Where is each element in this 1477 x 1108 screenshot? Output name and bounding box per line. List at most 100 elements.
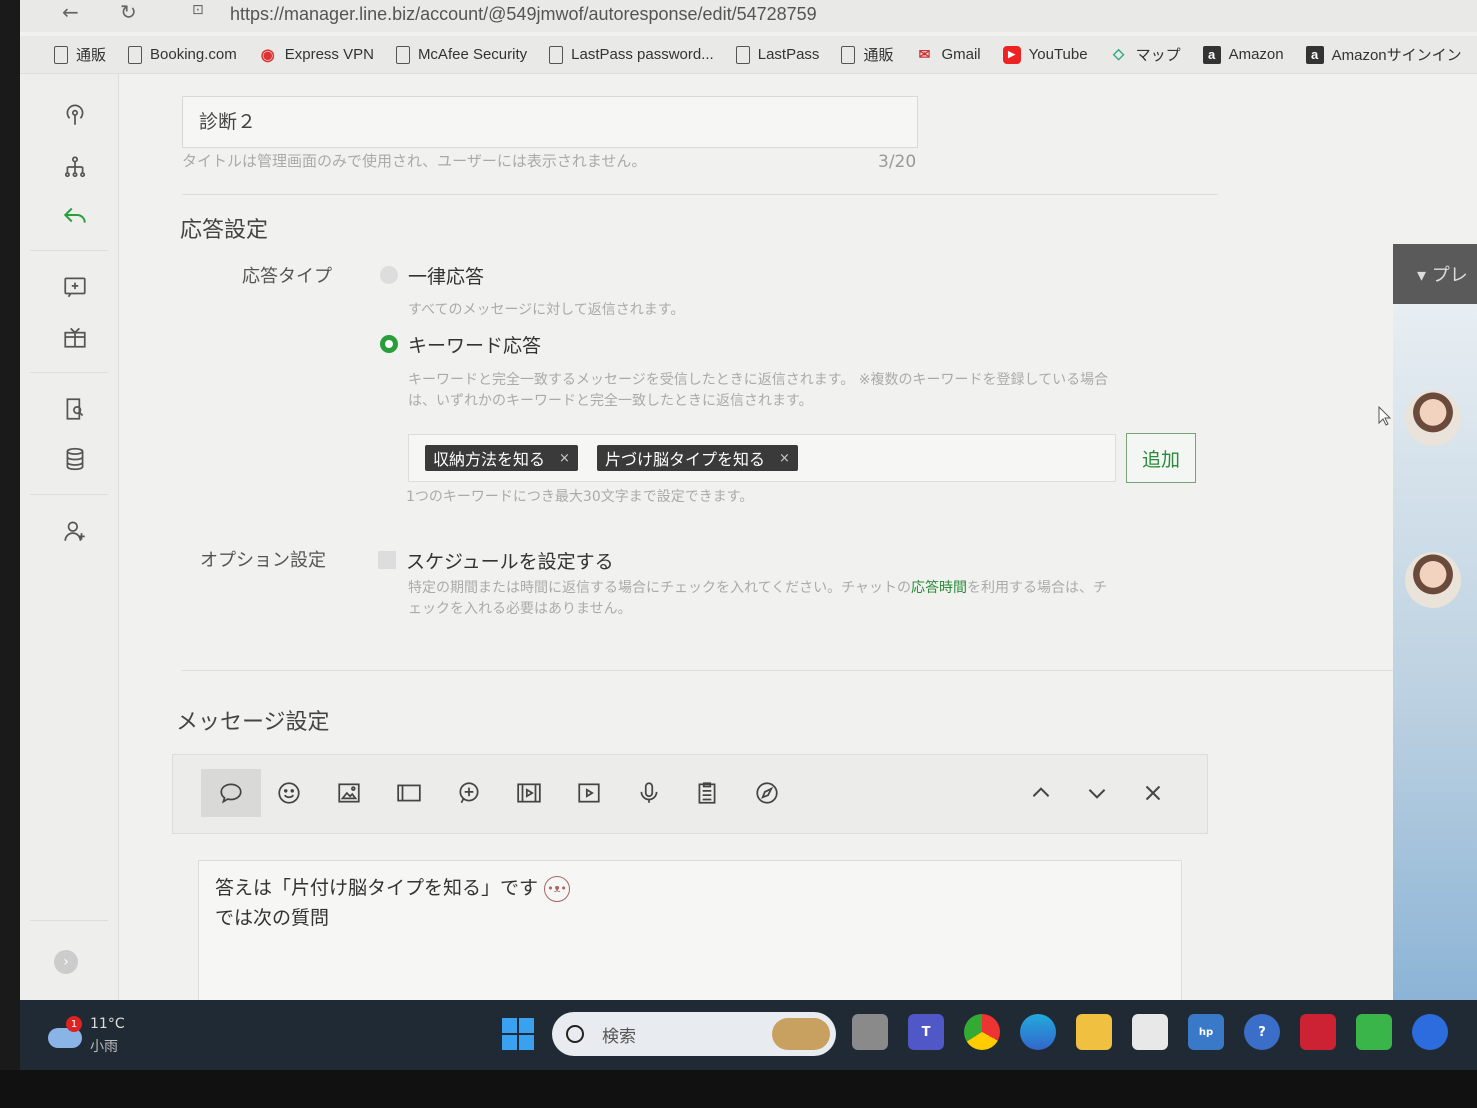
message-line: では次の質問 (215, 907, 330, 929)
schedule-label[interactable]: スケジュールを設定する (406, 547, 614, 574)
add-keyword-button[interactable]: 追加 (1126, 433, 1196, 483)
windows-start-icon[interactable] (502, 1018, 534, 1050)
doc-icon (549, 45, 564, 64)
video-button[interactable] (569, 773, 609, 813)
keyword-tag: 収納方法を知る × (425, 445, 578, 471)
file-explorer-icon[interactable] (1076, 1014, 1112, 1050)
avatar (1405, 552, 1461, 608)
back-arrow-icon[interactable]: ← (62, 0, 79, 24)
bookmark-item[interactable]: a Amazon (1202, 45, 1284, 64)
bookmark-item[interactable]: ◉ Express VPN (259, 46, 374, 64)
doc-icon (395, 45, 410, 64)
sidebar-divider (30, 494, 108, 495)
bookmark-item[interactable]: ✉ Gmail (915, 46, 981, 64)
bookmark-item[interactable]: ▶ YouTube (1002, 45, 1088, 64)
hierarchy-icon[interactable] (60, 152, 90, 182)
image-button[interactable] (329, 773, 369, 813)
maps-icon: ⬦ (1112, 45, 1125, 63)
keyword-tag: 片づけ脳タイプを知る × (597, 445, 798, 471)
message-type-toolbar (172, 754, 1208, 834)
rich-video-button[interactable] (509, 773, 549, 813)
schedule-help-2: ェックを入れる必要はありません。 (408, 601, 632, 617)
radio-keyword-response[interactable] (380, 335, 398, 353)
add-user-icon[interactable] (60, 516, 90, 546)
keyword-input[interactable]: 収納方法を知る × 片づけ脳タイプを知る × (408, 434, 1116, 482)
keyword-response-help-1: キーワードと完全一致するメッセージを受信したときに返信されます。 ※複数のキーワ… (408, 372, 1109, 388)
youtube-icon: ▶ (1002, 45, 1021, 64)
doc-icon (54, 45, 68, 64)
avatar (1405, 390, 1461, 446)
database-icon[interactable] (60, 444, 90, 474)
bookmark-item[interactable]: ⬦ マップ (1110, 44, 1181, 65)
gift-icon[interactable] (60, 322, 90, 352)
weather-widget[interactable]: 1 11°C 小雨 (44, 1014, 125, 1058)
site-info-icon[interactable]: ⊡ (192, 2, 204, 18)
store-icon[interactable] (1132, 1014, 1168, 1050)
message-editor[interactable]: 答えは「片付け脳タイプを知る」です •ᴥ• では次の質問 (198, 860, 1182, 1000)
bookmark-item[interactable]: Booking.com (128, 45, 237, 64)
vpn-icon: ◉ (260, 46, 275, 64)
bookmark-item[interactable]: 通販 (54, 44, 106, 65)
close-icon[interactable] (1133, 773, 1173, 813)
expand-sidebar-icon[interactable]: › (54, 950, 78, 974)
amazon-icon: a (1305, 45, 1324, 64)
bookmark-item[interactable]: 通販 (841, 44, 893, 65)
sticker-button[interactable] (269, 773, 309, 813)
section-divider (182, 670, 1393, 671)
chrome-icon[interactable] (964, 1014, 1000, 1050)
preview-panel: ▾ プレ (1393, 244, 1477, 1000)
chevron-down-icon[interactable] (1077, 773, 1117, 813)
remove-tag-icon[interactable]: × (779, 451, 790, 466)
message-line: 答えは「片付け脳タイプを知る」です •ᴥ• (215, 873, 1165, 903)
response-settings-heading: 応答設定 (180, 218, 269, 243)
schedule-checkbox[interactable] (378, 551, 396, 569)
response-type-label: 応答タイプ (242, 266, 332, 287)
url-text[interactable]: https://manager.line.biz/account/@549jmw… (230, 4, 817, 25)
coupon-button[interactable] (449, 773, 489, 813)
text-message-button[interactable] (201, 769, 261, 817)
broadcast-icon[interactable] (60, 100, 90, 130)
bookmark-item[interactable]: McAfee Security (395, 45, 527, 64)
rich-message-button[interactable] (747, 773, 787, 813)
task-view-icon[interactable] (852, 1014, 888, 1050)
bookmark-item[interactable]: LastPass (735, 45, 819, 64)
auto-response-icon[interactable] (60, 200, 90, 230)
keyword-response-help-2: は、いずれかのキーワードと完全一致したときに返信されます。 (408, 393, 813, 409)
sidebar-divider (30, 920, 108, 921)
zoom-icon[interactable] (1412, 1014, 1448, 1050)
gmail-icon: ✉ (918, 46, 931, 62)
response-hours-link[interactable]: 応答時間 (911, 580, 967, 596)
reload-icon[interactable]: ↻ (120, 0, 137, 24)
preview-header[interactable]: ▾ プレ (1393, 244, 1477, 304)
option-settings-label: オプション設定 (200, 550, 326, 571)
bookmarks-bar: 通販 Booking.com ◉ Express VPN McAfee Secur… (20, 36, 1477, 74)
help-icon[interactable]: ? (1244, 1014, 1280, 1050)
left-sidebar: › (20, 74, 119, 1000)
myhp-icon[interactable]: hp (1188, 1014, 1224, 1050)
address-bar: ← ↻ ⊡ https://manager.line.biz/account/@… (20, 0, 1477, 32)
uniform-response-label[interactable]: 一律応答 (408, 262, 484, 289)
chevron-up-icon[interactable] (1021, 773, 1061, 813)
search-highlight-image (772, 1018, 830, 1050)
title-input[interactable]: 診断２ (182, 96, 918, 148)
bookmark-item[interactable]: a Amazonサインイン (1305, 44, 1462, 65)
add-message-icon[interactable] (60, 272, 90, 302)
report-icon[interactable] (60, 394, 90, 424)
mcafee-icon[interactable] (1300, 1014, 1336, 1050)
radio-uniform-response[interactable] (380, 266, 398, 284)
taskbar: 1 11°C 小雨 検索 T hp ? (20, 1000, 1477, 1070)
weather-condition: 小雨 (90, 1039, 118, 1055)
edge-icon[interactable] (1020, 1014, 1056, 1050)
survey-button[interactable] (687, 773, 727, 813)
taskbar-search[interactable]: 検索 (552, 1012, 836, 1056)
remove-tag-icon[interactable]: × (559, 451, 570, 466)
keyword-response-label[interactable]: キーワード応答 (408, 331, 541, 358)
voice-button[interactable] (629, 773, 669, 813)
teams-icon[interactable]: T (908, 1014, 944, 1050)
search-icon (566, 1025, 584, 1043)
bookmark-item[interactable]: LastPass password... (549, 45, 714, 64)
line-icon[interactable] (1356, 1014, 1392, 1050)
uniform-response-help: すべてのメッセージに対して返信されます。 (408, 302, 685, 318)
title-char-count: 3/20 (878, 152, 917, 172)
card-button[interactable] (389, 773, 429, 813)
